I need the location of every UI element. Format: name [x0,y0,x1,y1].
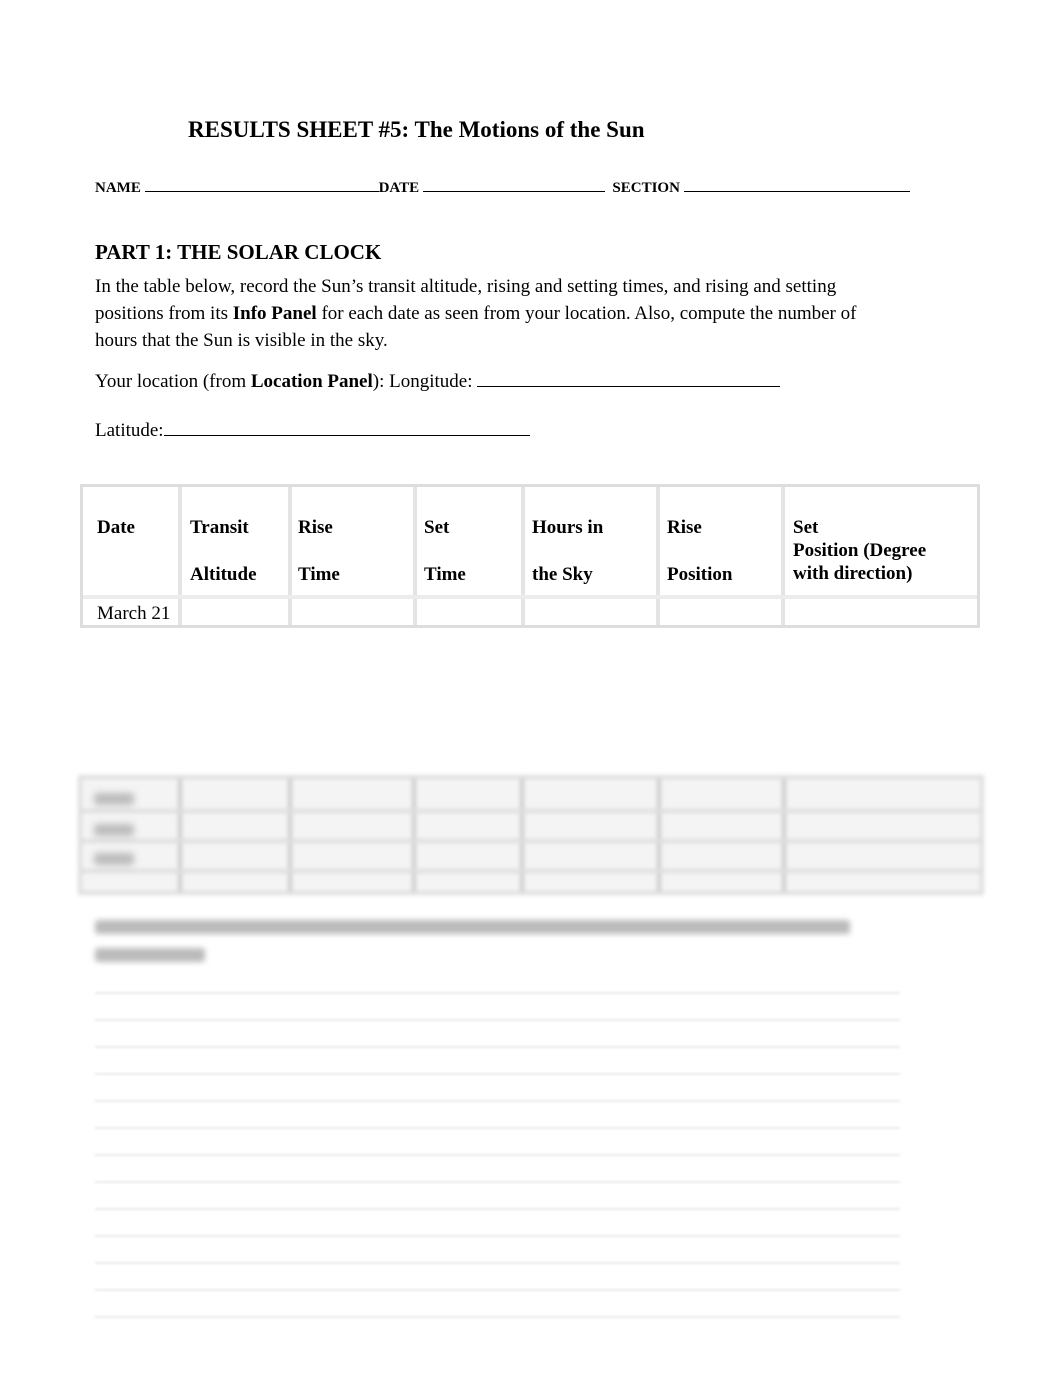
header-rise-position: Rise Position [667,517,733,585]
student-info-line: NAME DATE SECTION [95,175,910,197]
solar-clock-table-blurred [78,775,984,895]
solar-clock-table: Date Transit Altitude Rise Time Set Time Ho… [80,484,980,628]
location-text: Your location (from [95,371,251,392]
latitude-label: Latitude: [95,420,164,441]
blurred-date [94,793,134,805]
header-transit-altitude: Transit Altitude [190,517,257,585]
latitude-field[interactable] [163,419,530,436]
location-line: Your location (from Location Panel): Lon… [95,370,781,393]
section-label: SECTION [612,180,680,196]
section-field[interactable] [683,175,910,192]
header-hours-in-sky: Hours in the Sky [532,517,604,585]
info-panel-term: Info Panel [232,303,317,324]
page-title: RESULTS SHEET #5: The Motions of the Sun [188,117,645,142]
header-rise-time: Rise Time [298,517,340,585]
longitude-field[interactable] [477,370,781,387]
location-panel-term: Location Panel [250,371,373,392]
name-label: NAME [95,180,141,196]
header-date: Date [97,517,135,538]
blurred-question [95,948,205,962]
blurred-question [95,920,850,934]
blurred-date [94,824,134,836]
header-set-position: Set Position (Degree with direction) [793,517,927,584]
name-field[interactable] [144,175,379,192]
part1-instructions: In the table below, record the Sun’s tra… [95,273,895,354]
row-date-march-21: March 21 [97,603,171,624]
blurred-date [94,853,134,865]
date-field[interactable] [422,175,605,192]
header-set-time: Set Time [424,517,466,585]
results-sheet-page: RESULTS SHEET #5: The Motions of the Sun… [0,0,1062,1377]
latitude-line: Latitude: [95,419,530,442]
date-label: DATE [378,180,420,196]
part1-heading: PART 1: THE SOLAR CLOCK [95,240,382,264]
longitude-label: ): Longitude: [372,371,478,392]
